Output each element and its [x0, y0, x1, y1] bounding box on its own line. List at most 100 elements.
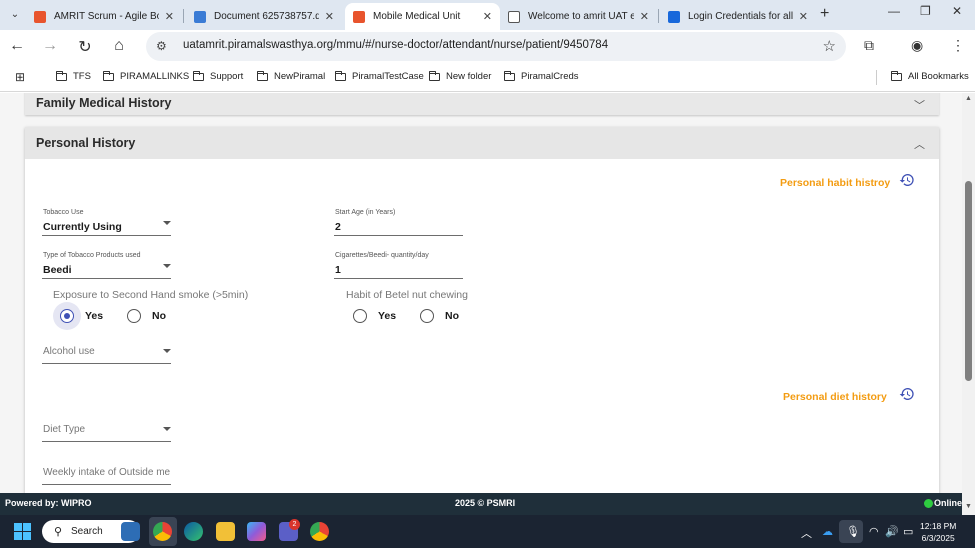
menu-kebab-icon[interactable]: ⋮ [951, 37, 965, 54]
close-tab-icon[interactable]: ✕ [640, 10, 649, 23]
diet-type-select[interactable]: Diet Type [42, 421, 171, 442]
reload-icon[interactable]: ↻ [75, 37, 95, 57]
chrome-icon[interactable] [153, 522, 172, 541]
close-tab-icon[interactable]: ✕ [483, 10, 492, 23]
outside-meals-placeholder: Weekly intake of Outside me [43, 467, 171, 478]
bookmarks-separator [876, 70, 877, 85]
browser-tab-active[interactable]: Mobile Medical Unit ✕ [345, 3, 500, 30]
wifi-icon[interactable]: ◠ [869, 525, 879, 538]
forward-icon[interactable]: → [40, 37, 60, 55]
close-tab-icon[interactable]: ✕ [165, 10, 174, 23]
folder-icon [193, 70, 204, 81]
bookmark-star-icon[interactable]: ☆ [823, 37, 836, 55]
browser-tab[interactable]: Login Credentials for all S ✕ [660, 3, 816, 30]
taskbar-clock[interactable]: 12:18 PM 6/3/2025 [920, 520, 956, 544]
close-window-icon[interactable]: ✕ [952, 4, 962, 18]
task-view-icon[interactable] [121, 522, 140, 541]
second-hand-no-radio[interactable] [127, 309, 141, 323]
notification-badge: 2 [289, 519, 300, 530]
copyright-text: 2025 © PSMRI [455, 498, 516, 508]
folder-icon [429, 70, 440, 81]
file-explorer-icon[interactable] [216, 522, 235, 541]
amrit-favicon-icon [353, 10, 365, 23]
tobacco-type-select[interactable]: Beedi [42, 261, 171, 279]
microsoft365-icon[interactable] [247, 522, 266, 541]
battery-icon[interactable]: ▭ [903, 525, 913, 538]
minimize-icon[interactable]: — [888, 4, 900, 18]
quantity-input[interactable]: 1 [334, 261, 463, 279]
personal-diet-history-link[interactable]: Personal diet history [783, 391, 887, 403]
tab-search-chevron-icon[interactable]: ⌄ [6, 6, 24, 24]
browser-tab-strip: ⌄ AMRIT Scrum - Agile Boa ✕ Document 625… [0, 0, 975, 30]
site-settings-icon[interactable]: ⚙ [156, 39, 167, 53]
bookmark-folder[interactable]: PiramalCreds [504, 70, 579, 82]
close-tab-icon[interactable]: ✕ [325, 10, 334, 23]
url-text[interactable]: uatamrit.piramalswasthya.org/mmu/#/nurse… [183, 39, 608, 51]
restore-icon[interactable]: ❐ [920, 4, 931, 18]
betel-yes-radio[interactable] [353, 309, 367, 323]
panel-title: Family Medical History [36, 96, 172, 110]
confluence-favicon-icon [668, 10, 680, 23]
page-scrollbar[interactable]: ▲ ▼ [962, 93, 975, 515]
start-age-label: Start Age (in Years) [335, 209, 396, 216]
folder-icon [504, 70, 515, 81]
new-tab-icon[interactable]: + [820, 5, 829, 23]
personal-history-panel[interactable]: Personal History ︿ [25, 127, 939, 159]
alcohol-use-select[interactable]: Alcohol use [42, 343, 171, 364]
scroll-up-arrow-icon[interactable]: ▲ [965, 95, 972, 102]
bookmark-folder[interactable]: Support [193, 70, 244, 82]
bookmark-folder[interactable]: TFS [56, 70, 91, 82]
radio-label: Yes [85, 310, 104, 322]
chevron-down-icon[interactable]: ﹀ [914, 97, 925, 113]
profile-icon[interactable]: ◉ [911, 37, 923, 54]
search-label: Search [71, 526, 103, 537]
bookmark-label: PiramalCreds [521, 71, 579, 82]
personal-habit-history-link[interactable]: Personal habit histroy [780, 177, 890, 189]
history-icon[interactable] [899, 172, 915, 188]
scroll-down-arrow-icon[interactable]: ▼ [965, 503, 972, 510]
scroll-thumb[interactable] [965, 181, 972, 381]
all-bookmarks[interactable]: All Bookmarks [891, 70, 969, 82]
chevron-up-icon[interactable]: ︿ [801, 525, 812, 541]
bookmark-folder[interactable]: PiramalTestCase [335, 70, 424, 82]
outside-meals-input[interactable]: Weekly intake of Outside me [42, 464, 171, 485]
home-icon[interactable]: ⌂ [109, 37, 129, 55]
bookmark-folder[interactable]: NewPiramal [257, 70, 325, 82]
folder-icon [891, 70, 902, 81]
bookmark-folder[interactable]: PIRAMALLINKS [103, 70, 190, 82]
browser-tab[interactable]: Welcome to amrit UAT e ✕ [500, 3, 657, 30]
radio-label: No [152, 310, 166, 322]
app-footer: Powered by: WIPRO 2025 © PSMRI Online [0, 493, 962, 515]
windows-start-icon[interactable] [14, 523, 31, 540]
bookmark-label: Support [210, 71, 244, 82]
start-age-input[interactable]: 2 [334, 218, 463, 236]
browser-tab[interactable]: Document 625738757.do ✕ [186, 3, 342, 30]
tab-title: AMRIT Scrum - Agile Boa [54, 11, 159, 22]
panel-title: Personal History [36, 136, 136, 150]
volume-icon[interactable]: 🔊 [885, 525, 899, 538]
bookmarks-bar: ⊞ TFS PIRAMALLINKS Support NewPiramal Pi… [0, 63, 975, 92]
dropdown-caret-icon [163, 349, 171, 353]
edge-icon[interactable] [184, 522, 203, 541]
address-bar[interactable]: ⚙ uatamrit.piramalswasthya.org/mmu/#/nur… [146, 32, 846, 61]
start-age-value: 2 [335, 221, 341, 233]
apps-grid-icon[interactable]: ⊞ [15, 70, 25, 84]
tobacco-use-select[interactable]: Currently Using [42, 218, 171, 236]
history-icon[interactable] [899, 386, 915, 402]
tab-separator [183, 9, 184, 23]
close-tab-icon[interactable]: ✕ [799, 10, 808, 23]
chrome-icon[interactable] [310, 522, 329, 541]
browser-tab[interactable]: AMRIT Scrum - Agile Boa ✕ [26, 3, 182, 30]
betel-no-radio[interactable] [420, 309, 434, 323]
second-hand-yes-radio[interactable] [60, 309, 74, 323]
family-medical-history-panel[interactable]: Family Medical History ﹀ [25, 93, 939, 115]
bookmark-folder[interactable]: New folder [429, 70, 491, 82]
radio-label: Yes [378, 310, 397, 322]
dropdown-caret-icon [163, 264, 171, 268]
onedrive-cloud-icon[interactable]: ☁ [822, 525, 833, 538]
bookmark-label: PIRAMALLINKS [120, 71, 190, 82]
microphone-muted-icon[interactable]: 🎙 [846, 525, 860, 538]
back-icon[interactable]: ← [7, 37, 27, 55]
chevron-up-icon[interactable]: ︿ [914, 136, 925, 152]
extensions-icon[interactable]: ⧉ [864, 37, 874, 54]
